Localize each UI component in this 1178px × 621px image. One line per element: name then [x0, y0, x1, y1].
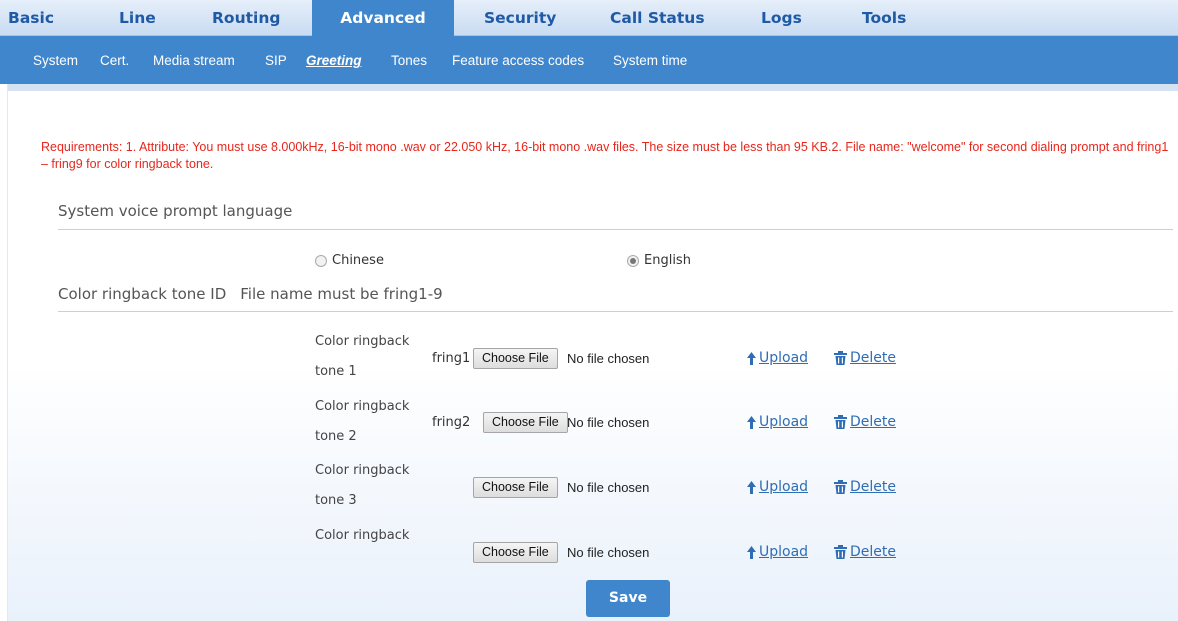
upload-label: Upload — [759, 479, 809, 495]
delete-label: Delete — [850, 479, 896, 495]
arrow-up-icon — [747, 351, 756, 365]
content-panel: Requirements: 1. Attribute: You must use… — [7, 84, 1178, 621]
upload-label: Upload — [759, 544, 809, 560]
tone-label-line: tone 2 — [315, 429, 357, 444]
delete-link-3[interactable]: Delete — [834, 479, 896, 495]
trash-icon — [834, 351, 847, 365]
tab-advanced[interactable]: Advanced — [312, 0, 454, 36]
upload-link-1[interactable]: Upload — [747, 350, 808, 366]
upload-link-4[interactable]: Upload — [747, 544, 808, 560]
subnav-system-time[interactable]: System time — [613, 36, 687, 84]
subnav-system[interactable]: System — [33, 36, 78, 84]
tab-line[interactable]: Line — [119, 0, 156, 36]
subnav-sip[interactable]: SIP — [265, 36, 287, 84]
choose-file-button-4[interactable]: Choose File — [473, 542, 558, 563]
tab-tools[interactable]: Tools — [862, 0, 906, 36]
subnav-feature-access-codes[interactable]: Feature access codes — [452, 36, 584, 84]
tone-label-line: Color ringback — [315, 334, 410, 349]
subnav-cert[interactable]: Cert. — [100, 36, 129, 84]
file-status-1: No file chosen — [567, 351, 650, 366]
requirements-text: Requirements: 1. Attribute: You must use… — [41, 140, 1169, 171]
upload-label: Upload — [759, 350, 809, 366]
tab-call-status[interactable]: Call Status — [610, 0, 705, 36]
delete-label: Delete — [850, 350, 896, 366]
subnav-tones[interactable]: Tones — [391, 36, 427, 84]
divider — [58, 311, 1173, 312]
upload-link-3[interactable]: Upload — [747, 479, 808, 495]
radio-chinese[interactable]: Chinese — [315, 253, 384, 268]
delete-link-2[interactable]: Delete — [834, 414, 896, 430]
tone-label-1: Color ringback tone 1 — [315, 327, 435, 387]
tab-logs[interactable]: Logs — [761, 0, 802, 36]
tab-security[interactable]: Security — [484, 0, 556, 36]
radio-english[interactable]: English — [627, 253, 691, 268]
radio-indicator — [315, 254, 327, 267]
arrow-up-icon — [747, 545, 756, 559]
top-navigation: Basic Line Routing Advanced Security Cal… — [0, 0, 1178, 36]
delete-link-1[interactable]: Delete — [834, 350, 896, 366]
tone-label-line: tone 1 — [315, 364, 357, 379]
tone-label-line: Color ringback — [315, 399, 410, 414]
delete-label: Delete — [850, 544, 896, 560]
save-button[interactable]: Save — [586, 580, 670, 617]
file-status-3: No file chosen — [567, 480, 650, 495]
ringback-title: Color ringback tone ID — [58, 285, 227, 303]
tab-routing[interactable]: Routing — [212, 0, 280, 36]
tab-basic[interactable]: Basic — [8, 0, 54, 36]
delete-label: Delete — [850, 414, 896, 430]
language-section-title: System voice prompt language — [58, 202, 293, 220]
trash-icon — [834, 415, 847, 429]
choose-file-button-3[interactable]: Choose File — [473, 477, 558, 498]
file-name-1: fring1 — [432, 351, 471, 366]
ringback-section-title: Color ringback tone ID File name must be … — [58, 285, 443, 303]
tone-label-line: tone 3 — [315, 493, 357, 508]
sub-navigation: System Cert. Media stream SIP Greeting T… — [0, 36, 1178, 84]
subnav-media-stream[interactable]: Media stream — [153, 36, 235, 84]
file-status-2: No file chosen — [567, 415, 650, 430]
file-name-2: fring2 — [432, 415, 471, 430]
tone-label-line: Color ringback — [315, 463, 410, 478]
trash-icon — [834, 480, 847, 494]
arrow-up-icon — [747, 480, 756, 494]
radio-indicator-selected — [627, 254, 639, 267]
file-status-4: No file chosen — [567, 545, 650, 560]
ringback-hint: File name must be fring1-9 — [240, 285, 443, 303]
trash-icon — [834, 545, 847, 559]
delete-link-4[interactable]: Delete — [834, 544, 896, 560]
subnav-greeting[interactable]: Greeting — [306, 36, 362, 84]
choose-file-button-1[interactable]: Choose File — [473, 348, 558, 369]
upload-link-2[interactable]: Upload — [747, 414, 808, 430]
tone-label-line: Color ringback — [315, 528, 410, 543]
tone-label-4: Color ringback — [315, 521, 435, 566]
radio-label: English — [644, 253, 691, 268]
arrow-up-icon — [747, 415, 756, 429]
choose-file-button-2[interactable]: Choose File — [483, 412, 568, 433]
divider — [58, 229, 1173, 230]
upload-label: Upload — [759, 414, 809, 430]
tone-label-3: Color ringback tone 3 — [315, 456, 435, 516]
radio-label: Chinese — [332, 253, 384, 268]
tone-label-2: Color ringback tone 2 — [315, 392, 435, 452]
